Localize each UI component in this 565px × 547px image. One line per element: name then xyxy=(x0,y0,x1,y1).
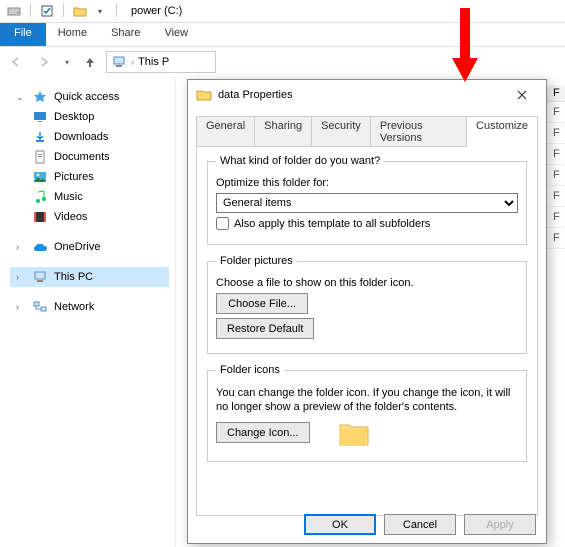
restore-default-button[interactable]: Restore Default xyxy=(216,318,314,339)
onedrive-icon xyxy=(32,239,48,255)
tab-view[interactable]: View xyxy=(152,23,200,46)
group-legend: Folder icons xyxy=(216,364,284,376)
network-icon xyxy=(32,299,48,315)
tab-customize[interactable]: Customize xyxy=(466,116,538,147)
desktop-icon xyxy=(32,109,48,125)
nav-desktop[interactable]: Desktop xyxy=(10,107,169,127)
chevron-right-icon: › xyxy=(16,302,26,312)
folder-icon xyxy=(196,87,212,103)
window-title: power (C:) xyxy=(127,5,182,17)
also-apply-label: Also apply this template to all subfolde… xyxy=(234,218,430,230)
column-header[interactable]: F xyxy=(545,85,565,102)
qat-dropdown-icon[interactable]: ▾ xyxy=(92,3,108,19)
tab-share[interactable]: Share xyxy=(99,23,152,46)
nav-this-pc[interactable]: › This PC xyxy=(10,267,169,287)
dialog-titlebar[interactable]: data Properties xyxy=(188,80,546,110)
music-icon xyxy=(32,189,48,205)
address-box[interactable]: › This P xyxy=(106,51,216,73)
nav-up[interactable] xyxy=(78,50,102,74)
tab-file[interactable]: File xyxy=(0,23,46,46)
list-item[interactable]: F xyxy=(545,102,565,123)
ok-button[interactable]: OK xyxy=(304,514,376,535)
dialog-title: data Properties xyxy=(218,89,293,101)
optimize-select[interactable]: General items xyxy=(216,193,518,213)
explorer-titlebar: ▾ power (C:) xyxy=(0,0,565,23)
folder-icons-desc: You can change the folder icon. If you c… xyxy=(216,386,518,415)
apply-button[interactable]: Apply xyxy=(464,514,536,535)
tab-body-customize: What kind of folder do you want? Optimiz… xyxy=(196,146,538,516)
nav-videos[interactable]: Videos xyxy=(10,207,169,227)
pc-icon xyxy=(111,54,127,70)
nav-forward[interactable] xyxy=(32,50,56,74)
folder-preview-icon xyxy=(338,419,370,447)
qat-checkbox-icon[interactable] xyxy=(39,3,55,19)
list-item[interactable]: F xyxy=(545,144,565,165)
tab-general[interactable]: General xyxy=(196,116,255,147)
nav-pane: ⌄ Quick access Desktop Downloads Documen… xyxy=(0,77,175,547)
address-bar: ▾ › This P xyxy=(0,47,565,77)
cancel-button[interactable]: Cancel xyxy=(384,514,456,535)
group-legend: What kind of folder do you want? xyxy=(216,155,384,167)
nav-documents[interactable]: Documents xyxy=(10,147,169,167)
nav-network[interactable]: › Network xyxy=(10,297,169,317)
tab-sharing[interactable]: Sharing xyxy=(254,116,312,147)
group-folder-pictures: Folder pictures Choose a file to show on… xyxy=(207,255,527,354)
ribbon: File Home Share View xyxy=(0,23,565,47)
tab-home[interactable]: Home xyxy=(46,23,99,46)
also-apply-checkbox[interactable] xyxy=(216,217,229,230)
group-folder-kind: What kind of folder do you want? Optimiz… xyxy=(207,155,527,245)
chevron-right-icon: › xyxy=(16,242,26,252)
list-item[interactable]: F xyxy=(545,207,565,228)
address-text: This P xyxy=(138,56,169,68)
nav-quick-access[interactable]: ⌄ Quick access xyxy=(10,87,169,107)
videos-icon xyxy=(32,209,48,225)
pictures-icon xyxy=(32,169,48,185)
star-icon xyxy=(32,89,48,105)
downloads-icon xyxy=(32,129,48,145)
list-item[interactable]: F xyxy=(545,123,565,144)
list-item[interactable]: F xyxy=(545,186,565,207)
optimize-label: Optimize this folder for: xyxy=(216,177,518,189)
pc-icon xyxy=(32,269,48,285)
nav-onedrive[interactable]: › OneDrive xyxy=(10,237,169,257)
change-icon-button[interactable]: Change Icon... xyxy=(216,422,310,443)
annotation-arrow xyxy=(450,8,480,84)
choose-file-button[interactable]: Choose File... xyxy=(216,293,308,314)
documents-icon xyxy=(32,149,48,165)
nav-music[interactable]: Music xyxy=(10,187,169,207)
tab-previous-versions[interactable]: Previous Versions xyxy=(370,116,467,147)
properties-dialog: data Properties General Sharing Security… xyxy=(187,79,547,544)
group-legend: Folder pictures xyxy=(216,255,297,267)
close-button[interactable] xyxy=(506,84,538,106)
nav-downloads[interactable]: Downloads xyxy=(10,127,169,147)
drive-icon xyxy=(6,3,22,19)
nav-recent-dropdown[interactable]: ▾ xyxy=(60,50,74,74)
nav-pictures[interactable]: Pictures xyxy=(10,167,169,187)
nav-back[interactable] xyxy=(4,50,28,74)
group-folder-icons: Folder icons You can change the folder i… xyxy=(207,364,527,462)
chevron-down-icon: ⌄ xyxy=(16,92,26,103)
list-item[interactable]: F xyxy=(545,228,565,249)
chevron-right-icon: › xyxy=(16,272,26,282)
dialog-tabs: General Sharing Security Previous Versio… xyxy=(188,110,546,147)
tab-security[interactable]: Security xyxy=(311,116,371,147)
folder-small-icon[interactable] xyxy=(72,3,88,19)
list-item[interactable]: F xyxy=(545,165,565,186)
folder-pictures-desc: Choose a file to show on this folder ico… xyxy=(216,277,518,289)
dialog-buttons: OK Cancel Apply xyxy=(304,514,536,535)
